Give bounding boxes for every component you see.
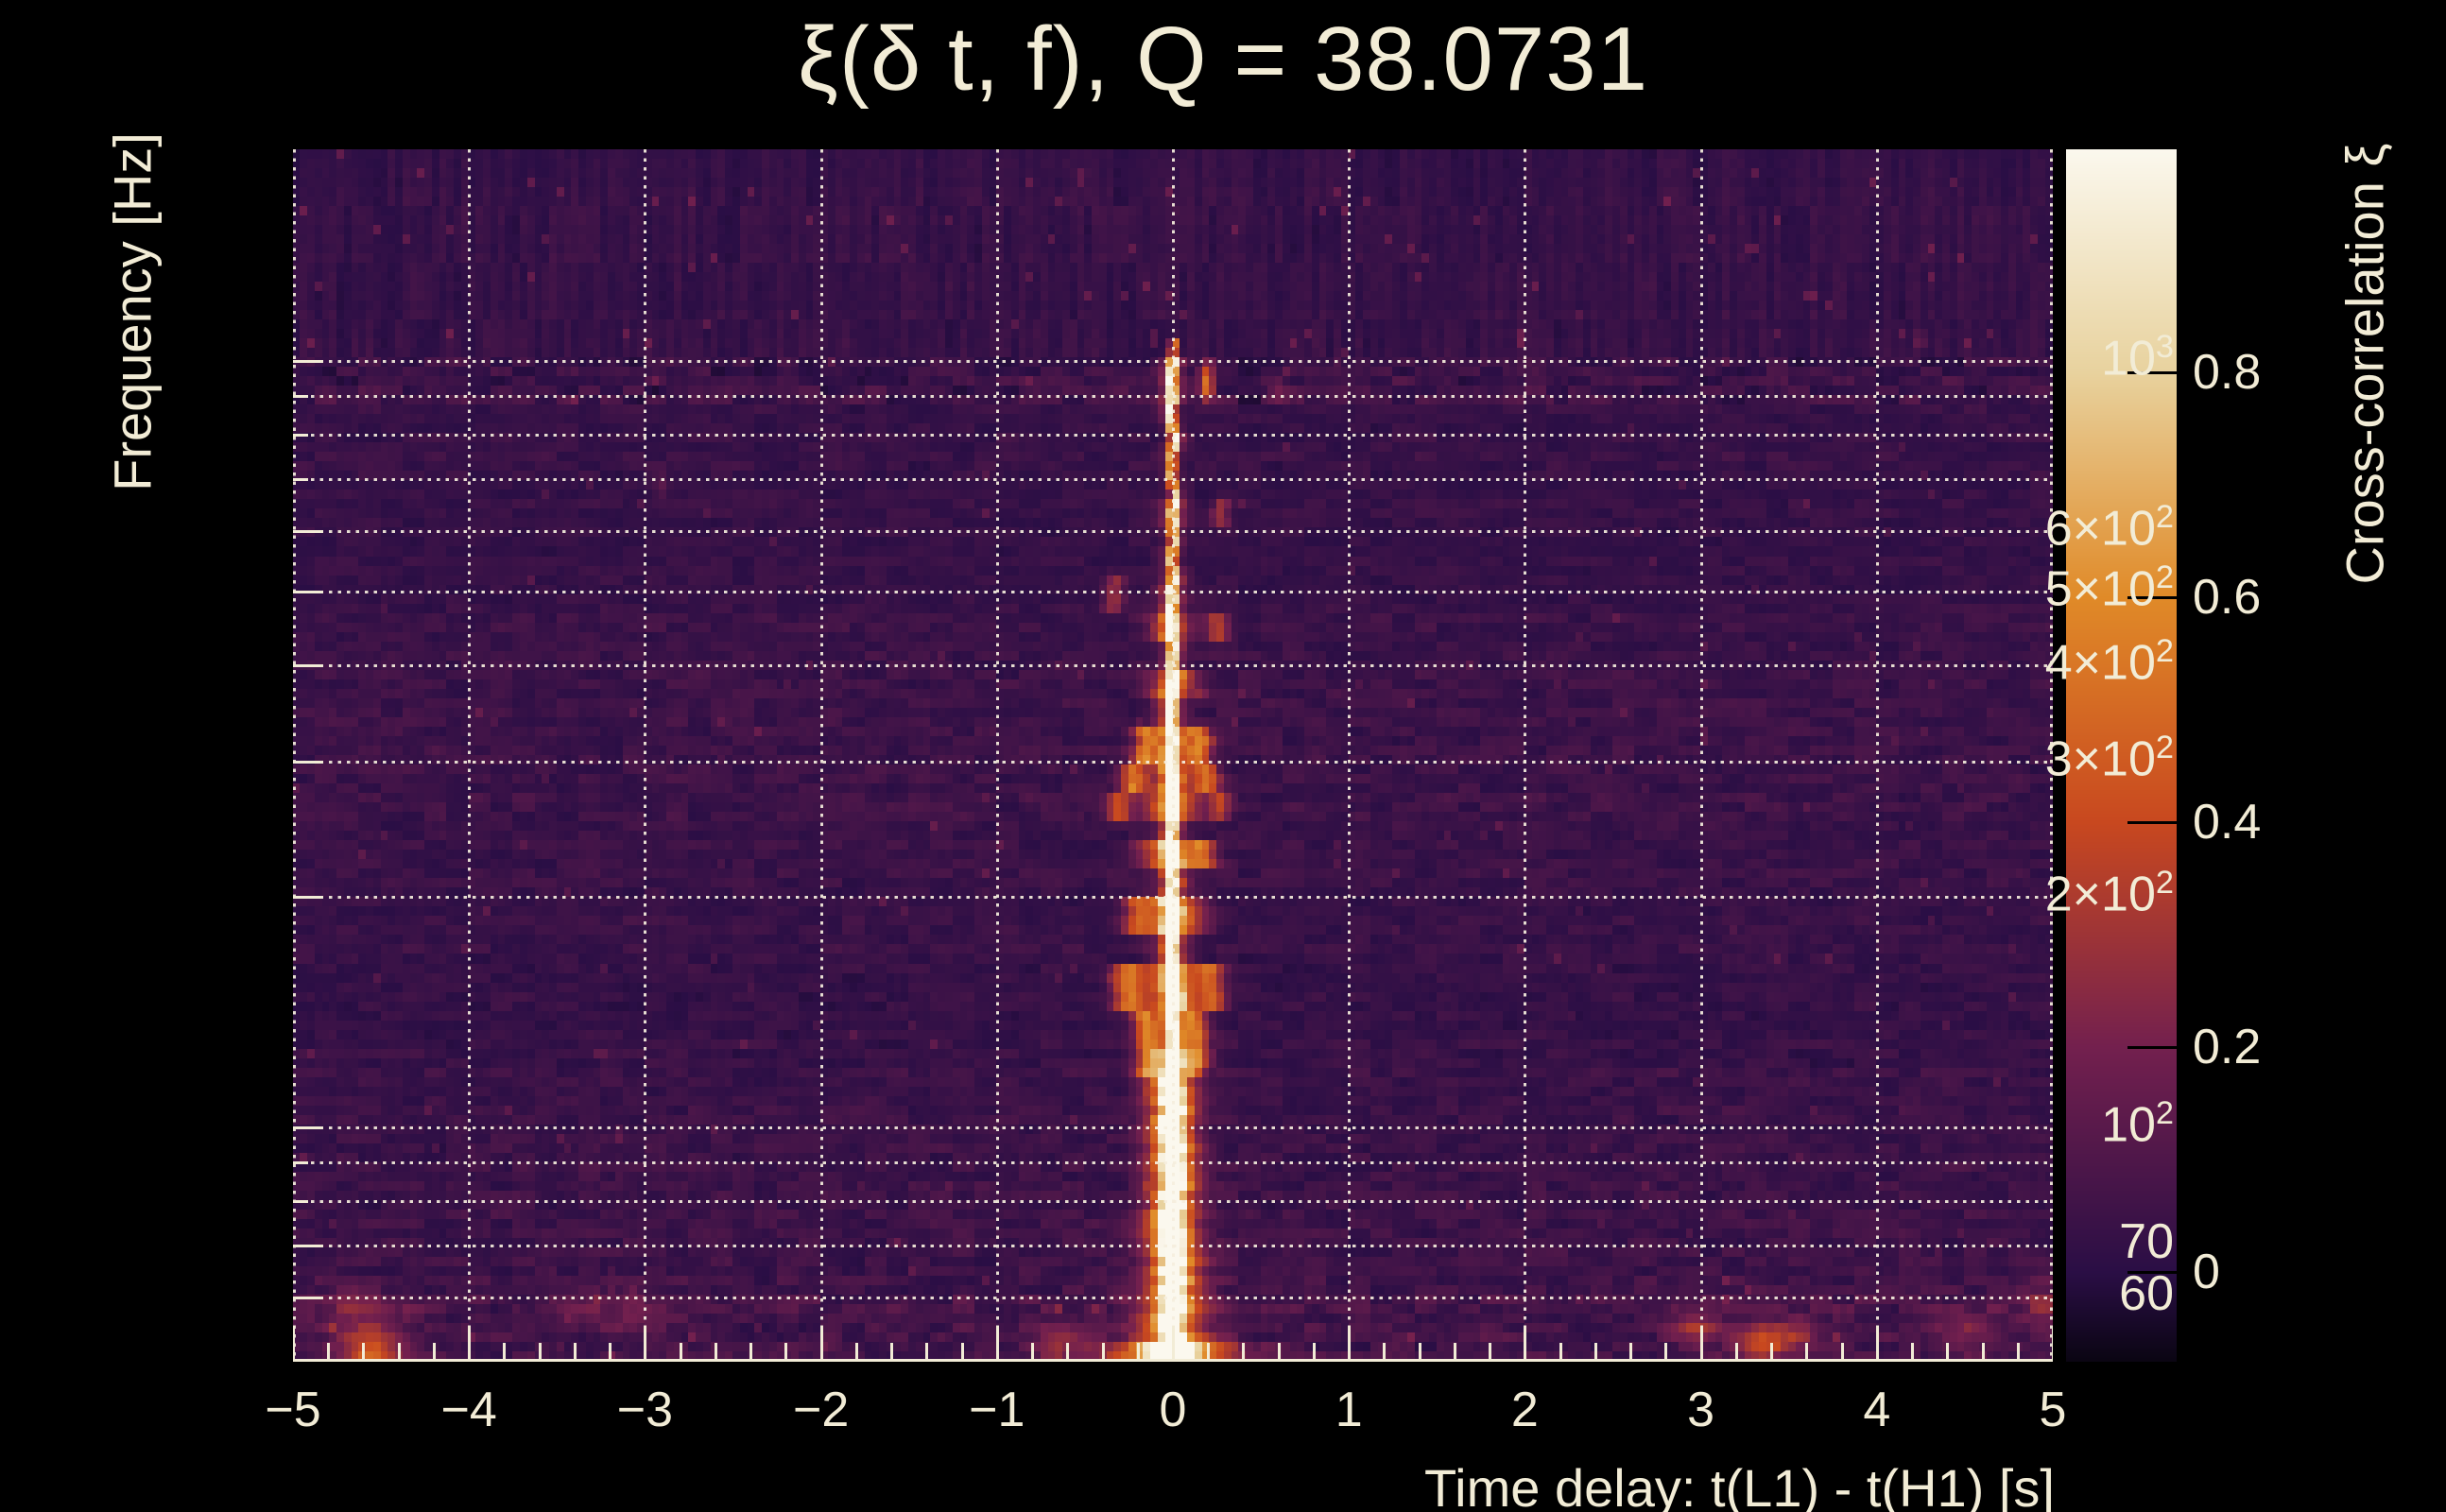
x-tick-label: 1 xyxy=(1335,1383,1363,1437)
figure-canvas: ξ(δ t, f), Q = 38.0731 Frequency [Hz] Ti… xyxy=(0,0,2446,1512)
x-tick-label: −4 xyxy=(440,1383,497,1437)
y-tick-label: 4×102 xyxy=(2044,633,2174,691)
x-tick-label: 2 xyxy=(1510,1383,1539,1437)
colorbar-title: Cross-correlation ξ xyxy=(2334,143,2395,585)
x-tick-label: −1 xyxy=(969,1383,1025,1437)
x-tick-label: 0 xyxy=(1159,1383,1187,1437)
colorbar-tick-label: 0.6 xyxy=(2193,569,2262,625)
y-tick-label: 70 xyxy=(2119,1214,2174,1270)
y-tick-label: 2×102 xyxy=(2044,864,2174,921)
colorbar-tick-label: 0.8 xyxy=(2193,344,2262,400)
x-tick-label: 4 xyxy=(1863,1383,1891,1437)
x-tick-label: 5 xyxy=(2039,1383,2067,1437)
chart-title: ξ(δ t, f), Q = 38.0731 xyxy=(797,9,1649,110)
x-axis-title: Time delay: t(L1) - t(H1) [s] xyxy=(1424,1458,2055,1512)
y-tick-label: 3×102 xyxy=(2044,729,2174,787)
colorbar-tick-label: 0.4 xyxy=(2193,794,2262,850)
x-tick-label: −3 xyxy=(616,1383,674,1437)
colorbar-tick-label: 0 xyxy=(2193,1244,2220,1299)
spectrogram-heatmap xyxy=(293,149,2053,1362)
y-tick-label: 102 xyxy=(2101,1094,2174,1152)
y-tick-label: 60 xyxy=(2119,1265,2174,1321)
y-tick-label: 6×102 xyxy=(2044,498,2174,556)
x-tick-label: −2 xyxy=(792,1383,850,1437)
colorbar-tick-label: 0.2 xyxy=(2193,1019,2262,1074)
x-tick-label: 3 xyxy=(1687,1383,1715,1437)
y-axis-title: Frequency [Hz] xyxy=(102,132,163,491)
x-tick-label: −5 xyxy=(265,1383,321,1437)
y-tick-label: 5×102 xyxy=(2044,558,2174,617)
y-tick-label: 103 xyxy=(2101,328,2174,387)
